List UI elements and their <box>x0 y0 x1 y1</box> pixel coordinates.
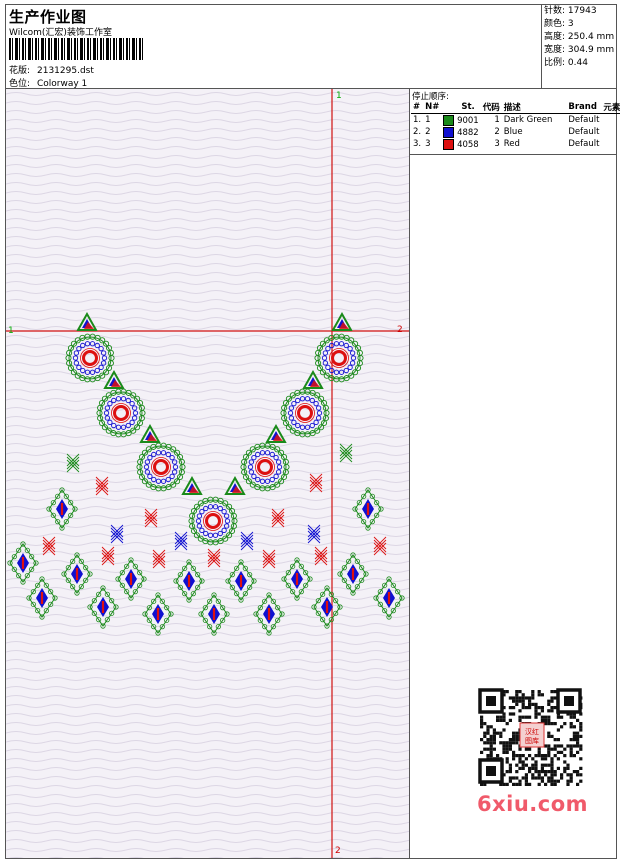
stat-scale: 比例: 0.44 <box>544 58 588 68</box>
stat-width: 宽度: 304.9 mm <box>544 45 615 55</box>
stop-sequence-panel: 停止顺序: # N# St. 代码 描述 Brand 元素 1. 1 9001 1 D… <box>410 89 620 155</box>
stat-height: 高度: 250.4 mm <box>544 32 615 42</box>
design-stats: 针数: 17943 颜色: 3 高度: 250.4 mm 宽度: 304.9 m… <box>542 5 616 89</box>
color-swatch <box>443 114 455 126</box>
stat-stitches: 针数: 17943 <box>544 6 597 16</box>
guide-marker-left: 1 <box>8 326 14 336</box>
stat-colors: 颜色: 3 <box>544 19 574 29</box>
barcode <box>9 38 143 60</box>
colorway-label: 色位: <box>9 79 31 89</box>
stop-row: 3. 3 4058 3 Red Default <box>413 138 600 150</box>
stop-row: 1. 1 9001 1 Dark Green Default <box>413 114 600 126</box>
pattern-info: 花版: 2131295.dst <box>9 63 94 76</box>
guide-marker-top: 1 <box>336 91 342 101</box>
pattern-value: 2131295.dst <box>37 66 94 76</box>
guide-marker-bottom: 2 <box>335 846 341 856</box>
production-sheet: 生产作业图 Wilcom(汇宏)装饰工作室 花版: 2131295.dst 色位:… <box>5 4 620 859</box>
colorway-info: 色位: Colorway 1 <box>9 76 87 89</box>
header: 生产作业图 Wilcom(汇宏)装饰工作室 花版: 2131295.dst 色位:… <box>6 5 542 89</box>
stop-row: 2. 2 4882 2 Blue Default <box>413 126 600 138</box>
design-canvas: 1 1 2 2 <box>6 89 410 858</box>
studio-name: Wilcom(汇宏)装饰工作室 <box>9 28 112 38</box>
page-title: 生产作业图 <box>9 8 87 26</box>
qr-code: 汉红 图库 <box>476 687 586 787</box>
colorway-value: Colorway 1 <box>37 79 88 89</box>
watermark-logo: 6xiu.com <box>477 792 589 816</box>
qr-stamp-text: 汉红 <box>525 727 539 736</box>
guide-marker-right: 2 <box>397 325 403 335</box>
color-swatch <box>443 138 455 150</box>
stop-sequence-table: # N# St. 代码 描述 Brand 元素 1. 1 9001 1 Dark Gr… <box>411 101 620 150</box>
embroidery-design <box>6 89 409 858</box>
svg-text:图库: 图库 <box>525 736 539 745</box>
color-swatch <box>443 126 455 138</box>
pattern-label: 花版: <box>9 66 31 76</box>
